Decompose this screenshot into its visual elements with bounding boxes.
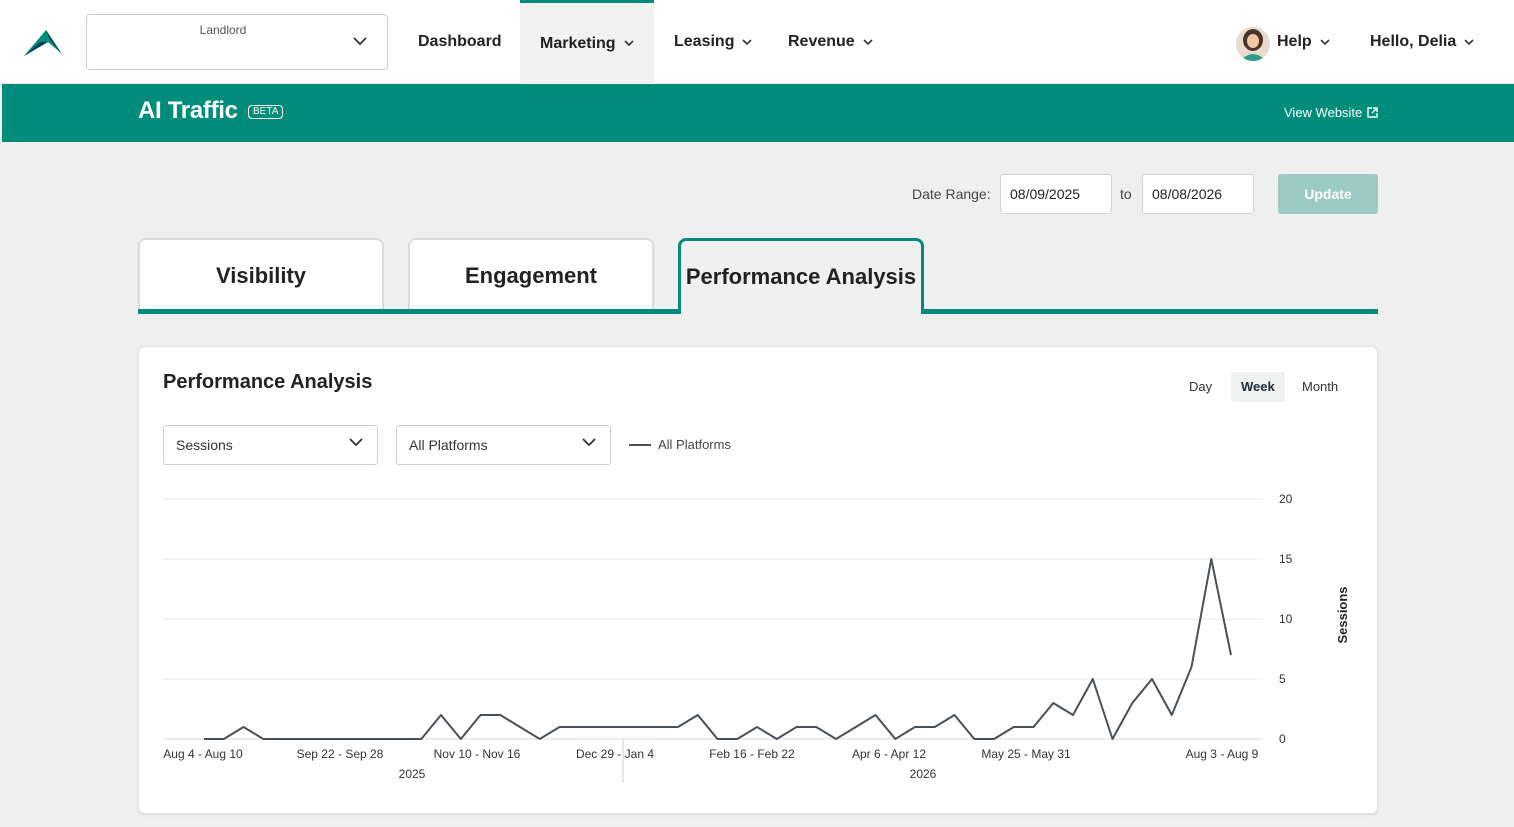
y-tick-label: 5 — [1279, 672, 1286, 686]
nav-dashboard-label: Dashboard — [418, 33, 502, 50]
nav-help-label: Help — [1277, 33, 1312, 50]
nav-marketing-label: Marketing — [540, 34, 616, 52]
chevron-down-icon — [742, 38, 753, 45]
nav-help[interactable]: Help — [1257, 0, 1350, 84]
x-tick-label: May 25 - May 31 — [981, 747, 1071, 761]
property-select-label: Landlord — [199, 23, 247, 37]
series-line-all-platforms — [204, 558, 1232, 740]
property-select[interactable]: Landlord — [86, 14, 388, 70]
nav-user[interactable]: Hello, Delia — [1350, 0, 1494, 84]
nav-marketing[interactable]: Marketing — [520, 0, 654, 84]
top-nav: Landlord Dashboard Marketing Leasing Rev… — [0, 0, 1514, 84]
chevron-down-icon — [1320, 38, 1330, 45]
y-tick-label: 15 — [1279, 552, 1293, 566]
x-tick-label: Sep 22 - Sep 28 — [297, 747, 384, 761]
nav-revenue[interactable]: Revenue — [768, 0, 893, 84]
external-link-icon — [1367, 107, 1378, 118]
nav-user-label: Hello, Delia — [1370, 33, 1457, 50]
tab-engagement[interactable]: Engagement — [408, 238, 654, 310]
view-website-label: View Website — [1284, 105, 1363, 120]
view-website-link[interactable]: View Website — [1284, 105, 1378, 120]
company-logo[interactable] — [22, 28, 62, 58]
nav-leasing-label: Leasing — [674, 33, 735, 50]
nav-dashboard[interactable]: Dashboard — [398, 0, 522, 84]
y-tick-label: 10 — [1279, 612, 1293, 626]
x-tick-label: Feb 16 - Feb 22 — [709, 747, 795, 761]
x-year-label: 2025 — [399, 767, 426, 781]
beta-badge: BETA — [248, 105, 284, 119]
tab-visibility[interactable]: Visibility — [138, 238, 384, 310]
x-tick-label: Apr 6 - Apr 12 — [852, 747, 926, 761]
update-button[interactable]: Update — [1278, 174, 1378, 214]
nav-leasing[interactable]: Leasing — [654, 0, 772, 84]
y-axis-label: Sessions — [1335, 586, 1350, 643]
chevron-down-icon — [624, 40, 634, 47]
date-range-to: to — [1120, 186, 1132, 202]
nav-revenue-label: Revenue — [788, 33, 855, 50]
y-tick-label: 20 — [1279, 492, 1293, 506]
sessions-line-chart: 0 5 10 15 20 Aug 4 - Aug 10 Sep 22 - Sep 28 No… — [163, 492, 1350, 783]
page-title: AI Traffic — [138, 97, 238, 124]
chevron-down-icon — [863, 38, 873, 45]
x-tick-label: Aug 3 - Aug 9 — [1186, 747, 1259, 761]
end-date-input[interactable]: 08/08/2026 — [1142, 174, 1254, 214]
y-tick-label: 0 — [1279, 732, 1286, 746]
tab-performance-analysis[interactable]: Performance Analysis — [678, 238, 924, 314]
page-header: AI Traffic BETA View Website — [2, 84, 1514, 142]
start-date-input[interactable]: 08/09/2025 — [1000, 174, 1112, 214]
date-range-label: Date Range: — [912, 186, 991, 202]
chevron-down-icon — [1464, 38, 1474, 45]
performance-card: Performance Analysis Day Week Month Sess… — [138, 346, 1378, 814]
x-tick-label: Aug 4 - Aug 10 — [163, 747, 243, 761]
x-tick-label: Dec 29 - Jan 4 — [576, 747, 654, 761]
x-tick-label: Nov 10 - Nov 16 — [434, 747, 521, 761]
chevron-down-icon — [353, 37, 367, 46]
x-year-label: 2026 — [910, 767, 937, 781]
